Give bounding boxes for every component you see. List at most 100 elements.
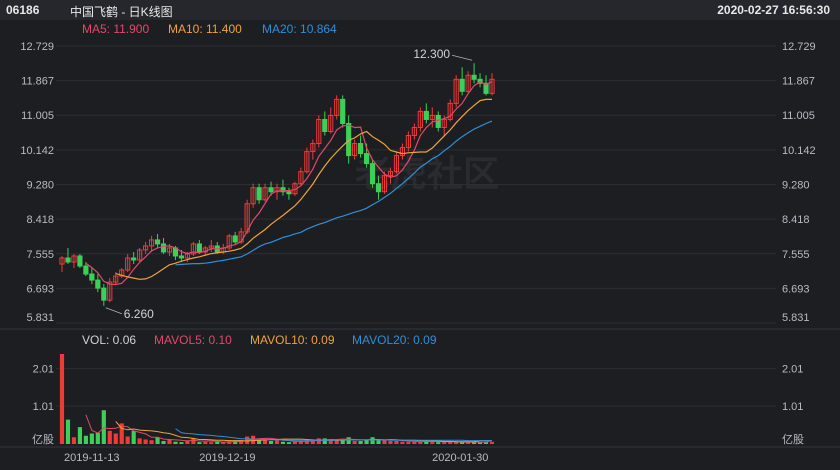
volume-bar — [65, 419, 71, 444]
mavol10-line — [115, 421, 492, 443]
candle-body — [160, 243, 167, 253]
candle-body — [423, 110, 429, 120]
candle-body — [268, 187, 274, 193]
volume-bar — [364, 440, 369, 444]
volume-bar — [412, 441, 417, 444]
volume-bar — [95, 432, 100, 444]
high-leader — [451, 54, 473, 61]
volume-bar — [101, 410, 106, 444]
volume-bar — [59, 354, 65, 444]
volume-bar — [173, 441, 178, 444]
candle-body — [286, 191, 292, 195]
candle-body — [89, 273, 95, 281]
ma10-line — [115, 98, 492, 280]
price-ytick-right: 6.693 — [782, 283, 810, 295]
volume-bar — [215, 441, 220, 444]
volume-bar — [71, 437, 77, 444]
price-ytick-left: 7.555 — [26, 249, 54, 261]
volume-bar — [125, 436, 130, 444]
price-ytick-left: 11.005 — [21, 110, 54, 122]
volume-bar — [406, 441, 411, 444]
candle-body — [369, 163, 376, 185]
volume-bar — [286, 442, 292, 444]
volume-bar — [448, 442, 453, 444]
volume-bar — [316, 438, 321, 444]
volume-bar — [274, 440, 280, 444]
price-ytick-left: 8.418 — [26, 214, 54, 226]
candle-body — [435, 114, 441, 128]
price-ytick-left: 5.831 — [26, 312, 54, 324]
candle-body — [83, 265, 89, 275]
volume-bar — [179, 442, 184, 444]
volume-bar — [197, 442, 202, 444]
volume-bar — [113, 433, 118, 444]
price-ytick-left: 10.142 — [20, 145, 54, 157]
volume-bar — [382, 440, 387, 444]
price-ytick-right: 5.831 — [782, 312, 810, 324]
volume-ytick-left: 2.01 — [33, 364, 54, 376]
volume-bar — [268, 441, 274, 444]
candle-body — [154, 239, 161, 245]
candle-body — [95, 279, 101, 289]
mavol5-line — [85, 414, 493, 443]
candle-body — [196, 243, 202, 253]
candle-body — [340, 98, 346, 124]
price-ytick-right: 12.729 — [782, 41, 816, 53]
volume-bar — [191, 438, 196, 444]
high-label: 12.300 — [413, 47, 450, 61]
volume-bar — [442, 442, 447, 444]
x-tick-label: 2020-01-30 — [432, 452, 488, 464]
volume-bar — [137, 438, 142, 444]
volume-bar — [388, 441, 393, 444]
volume-bar — [83, 435, 88, 444]
price-ytick-left: 12.729 — [20, 41, 54, 53]
candle-body — [101, 287, 107, 301]
candle-body — [471, 74, 477, 80]
mavol20-line — [175, 428, 492, 442]
candle-body — [77, 255, 83, 267]
volume-bar — [203, 441, 208, 444]
volume-unit-left: 亿股 — [32, 433, 54, 446]
price-ytick-left: 9.280 — [26, 180, 54, 192]
candle-body — [232, 235, 238, 243]
volume-unit-right: 亿股 — [782, 433, 804, 446]
volume-ytick-right: 2.01 — [782, 364, 803, 376]
volume-bar — [394, 441, 399, 444]
volume-bar — [370, 437, 375, 444]
price-ytick-right: 11.867 — [782, 76, 815, 88]
volume-bar — [322, 438, 327, 444]
volume-bar — [489, 441, 495, 444]
price-ytick-right: 10.142 — [782, 145, 816, 157]
volume-bar — [149, 440, 154, 444]
candle-body — [322, 118, 328, 132]
low-label: 6.260 — [124, 307, 154, 321]
volume-bar — [131, 430, 136, 444]
volume-ytick-right: 1.01 — [782, 401, 803, 413]
price-ytick-right: 9.280 — [782, 180, 810, 192]
volume-bar — [352, 441, 357, 444]
ma20-line — [175, 120, 493, 266]
volume-bar — [346, 437, 351, 444]
candle-body — [375, 183, 382, 193]
volume-ytick-left: 1.01 — [33, 401, 54, 413]
price-ytick-right: 11.005 — [782, 110, 815, 122]
price-ytick-right: 8.418 — [782, 214, 810, 226]
candle-body — [459, 78, 465, 92]
volume-bar — [107, 430, 112, 444]
volume-bar — [358, 441, 363, 444]
volume-bar — [209, 442, 214, 444]
candle-body — [131, 257, 137, 261]
candle-body — [65, 257, 71, 263]
x-tick-label: 2019-12-19 — [199, 452, 255, 464]
volume-bar — [430, 442, 435, 444]
volume-bar — [161, 441, 166, 444]
price-ytick-left: 11.867 — [21, 76, 54, 88]
price-ytick-left: 6.693 — [26, 283, 54, 295]
kline-chart: 12.729 12.729 11.867 11.867 11.005 11.005 10.1… — [0, 41, 840, 464]
volume-bar — [89, 433, 94, 444]
low-leader — [105, 307, 122, 315]
x-tick-label: 2019-11-13 — [64, 452, 119, 464]
candle-body — [363, 153, 370, 165]
volume-bar — [155, 437, 160, 444]
volume-bar — [280, 441, 286, 444]
